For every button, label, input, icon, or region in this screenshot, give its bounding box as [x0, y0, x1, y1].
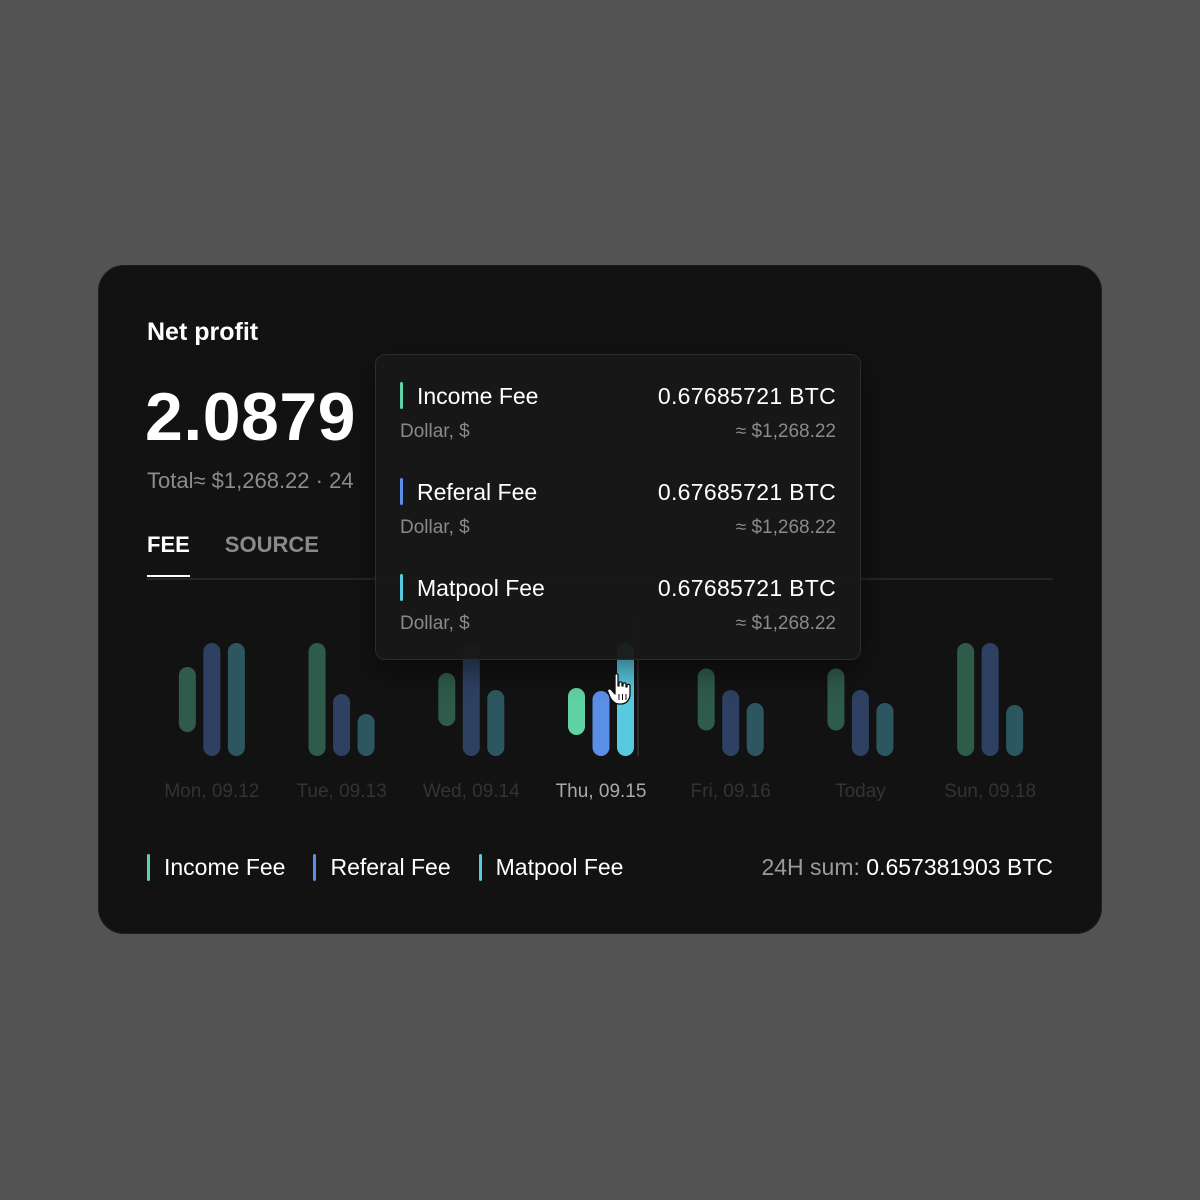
bar-income-fee[interactable]: [438, 673, 456, 726]
tooltip-value: 0.67685721 BTC: [657, 383, 836, 409]
hand-pointer-icon: [606, 673, 631, 705]
x-tick-label: Tue, 09.13: [297, 781, 387, 802]
tooltip-approx: ≈ $1,268.22: [735, 421, 836, 442]
tooltip-value: 0.67685721 BTC: [657, 479, 836, 505]
bar-income-fee[interactable]: [957, 643, 975, 756]
x-tick-label: Thu, 09.15: [556, 781, 647, 802]
x-tick-label: Fri, 09.16: [691, 781, 771, 802]
tooltip-sub: Dollar, $: [400, 517, 470, 538]
net-profit-value: 2.0879: [145, 379, 356, 455]
bar-matpool-fee[interactable]: [1006, 705, 1024, 756]
bar-matpool-fee[interactable]: [357, 714, 375, 756]
tooltip-sub: Dollar, $: [400, 421, 470, 442]
legend-swatch-matpool: [478, 854, 482, 881]
x-tick-label: Wed, 09.14: [423, 781, 520, 802]
legend-label-referal: Referal Fee: [330, 854, 451, 880]
bar-referal-fee[interactable]: [981, 643, 999, 756]
tooltip-approx: ≈ $1,268.22: [735, 613, 836, 634]
tooltip-row-income: Income Fee 0.67685721 BTC Dollar, $ ≈ $1…: [400, 377, 836, 473]
tooltip-row-matpool: Matpool Fee 0.67685721 BTC Dollar, $ ≈ $…: [400, 569, 836, 665]
bar-matpool-fee[interactable]: [876, 703, 894, 756]
tab-bar: FEE SOURCE: [147, 532, 319, 577]
tab-fee[interactable]: FEE: [147, 532, 190, 577]
bar-income-fee[interactable]: [178, 667, 196, 732]
tooltip-value: 0.67685721 BTC: [657, 575, 836, 601]
tooltip-row-referal: Referal Fee 0.67685721 BTC Dollar, $ ≈ $…: [400, 473, 836, 569]
tooltip-label: Referal Fee: [417, 479, 538, 505]
bar-matpool-fee[interactable]: [227, 643, 245, 756]
legend-item-matpool[interactable]: Matpool Fee: [478, 854, 624, 881]
bar-income-fee[interactable]: [568, 688, 585, 735]
tooltip-label: Income Fee: [417, 383, 539, 409]
tooltip-swatch-referal: [400, 478, 403, 505]
bar-referal-fee[interactable]: [203, 643, 221, 756]
chart-tooltip: Income Fee 0.67685721 BTC Dollar, $ ≈ $1…: [375, 354, 861, 660]
card-title: Net profit: [147, 318, 259, 346]
legend-item-referal[interactable]: Referal Fee: [313, 854, 451, 881]
bar-income-fee[interactable]: [827, 668, 845, 731]
legend-label-matpool: Matpool Fee: [495, 854, 624, 880]
x-tick-label: Mon, 09.12: [164, 781, 259, 802]
tab-source[interactable]: SOURCE: [225, 532, 319, 577]
tooltip-label: Matpool Fee: [417, 575, 545, 601]
tooltip-swatch-matpool: [400, 574, 403, 601]
bar-referal-fee[interactable]: [333, 694, 351, 756]
tooltip-sub: Dollar, $: [400, 613, 470, 634]
bar-income-fee[interactable]: [308, 643, 326, 756]
legend-label-income: Income Fee: [164, 854, 286, 880]
tooltip-swatch-income: [400, 382, 403, 409]
bar-income-fee[interactable]: [697, 668, 715, 731]
x-tick-label: Sun, 09.18: [944, 781, 1036, 802]
x-tick-label: Today: [835, 781, 886, 802]
bar-referal-fee[interactable]: [851, 690, 869, 756]
legend-swatch-income: [147, 854, 150, 881]
total-summary: Total≈ $1,268.22 · 24: [147, 468, 354, 493]
chart-legend: Income Fee Referal Fee Matpool Fee: [147, 854, 623, 881]
bar-matpool-fee[interactable]: [487, 690, 505, 756]
tooltip-approx: ≈ $1,268.22: [735, 517, 836, 538]
sum-label: 24H sum:: [761, 854, 867, 880]
bar-referal-fee[interactable]: [722, 690, 740, 756]
bar-matpool-fee[interactable]: [746, 703, 764, 756]
sum-value: 0.657381903 BTC: [866, 854, 1053, 880]
sum-24h: 24H sum: 0.657381903 BTC: [761, 854, 1053, 881]
legend-swatch-referal: [313, 854, 317, 881]
legend-item-income[interactable]: Income Fee: [147, 854, 285, 881]
